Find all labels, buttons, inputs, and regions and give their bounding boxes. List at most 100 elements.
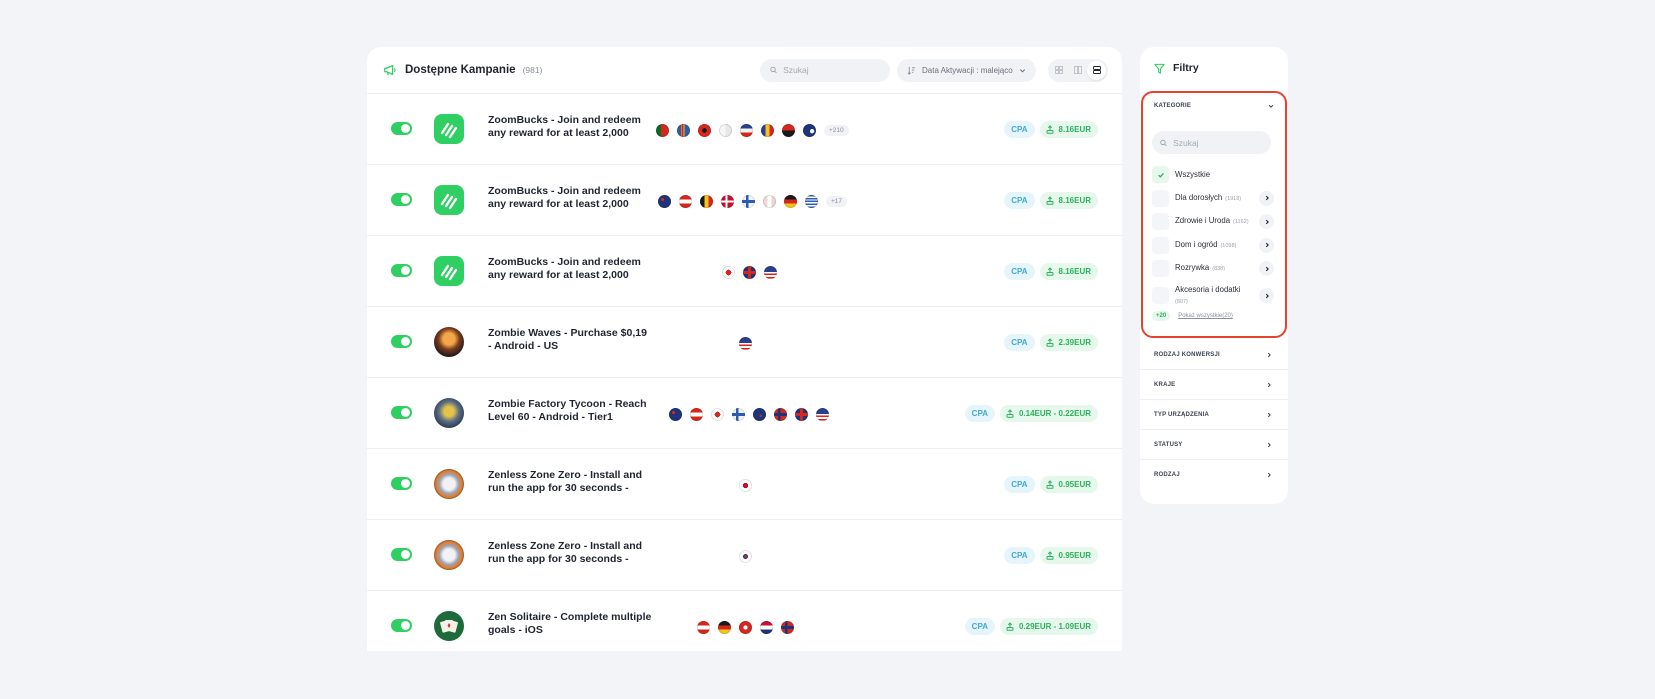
- category-item-all[interactable]: Wszystkie: [1152, 163, 1274, 187]
- campaign-title: Zombie Factory Tycoon - Reach Level 60 -…: [488, 398, 647, 423]
- flag-united-kingdom-icon: [743, 265, 756, 279]
- conversion-type-badge: CPA: [1004, 547, 1035, 564]
- expand-category-button[interactable]: [1259, 288, 1274, 303]
- flag-united-states-icon: [764, 265, 777, 279]
- flag-canada-icon: [711, 407, 724, 421]
- country-flags: +210: [656, 123, 849, 137]
- campaign-row[interactable]: Zombie Waves - Purchase $0,19 - Android …: [367, 307, 1122, 378]
- checkbox[interactable]: [1152, 287, 1169, 304]
- more-countries-badge[interactable]: +210: [824, 124, 849, 136]
- expand-category-button[interactable]: [1259, 190, 1274, 206]
- campaign-toggle[interactable]: [391, 122, 412, 135]
- expand-category-button[interactable]: [1259, 237, 1274, 253]
- campaign-title: ZoomBucks - Join and redeem any reward f…: [488, 185, 641, 210]
- filter-section-conversion-type[interactable]: RODZAJ KONWERSJI: [1140, 340, 1288, 370]
- flag-greece-icon: [805, 194, 818, 208]
- campaign-row[interactable]: Zenless Zone Zero - Install and run the …: [367, 449, 1122, 520]
- campaign-row[interactable]: ZoomBucks - Join and redeem any reward f…: [367, 94, 1122, 165]
- campaign-row[interactable]: Zen Solitaire - Complete multiple goals …: [367, 591, 1122, 651]
- columns-icon: [1074, 66, 1082, 74]
- sort-label: Data Aktywacji : malejąco: [922, 65, 1013, 75]
- campaign-toggle[interactable]: [391, 335, 412, 348]
- campaign-row[interactable]: Zenless Zone Zero - Install and run the …: [367, 520, 1122, 591]
- section-label: TYP URZĄDZENIA: [1154, 411, 1210, 418]
- checkbox[interactable]: [1152, 189, 1169, 207]
- filters-panel: Filtry KATEGORIE Wszystkie: [1140, 47, 1288, 504]
- conversion-type-badge: CPA: [1004, 263, 1035, 280]
- category-label: Zdrowie i Uroda (1162): [1175, 216, 1249, 226]
- flag-united-kingdom-icon: [795, 407, 808, 421]
- category-list: Wszystkie Dla dorosłych (1918) Zdrowie i …: [1152, 163, 1274, 311]
- search-icon: [1160, 139, 1167, 146]
- campaign-row[interactable]: ZoomBucks - Join and redeem any reward f…: [367, 236, 1122, 307]
- flag-portugal-icon: [656, 123, 669, 137]
- flag-united-states-icon: [816, 407, 829, 421]
- expand-category-button[interactable]: [1259, 214, 1274, 230]
- payout-icon: [1046, 196, 1054, 205]
- zenless-logo: [434, 540, 464, 570]
- flag-belgium-icon: [700, 194, 713, 208]
- category-search[interactable]: [1152, 131, 1271, 154]
- category-section-header[interactable]: KATEGORIE: [1154, 103, 1274, 109]
- category-item-adult[interactable]: Dla dorosłych (1918): [1152, 187, 1274, 211]
- flag-netherlands-icon: [760, 620, 773, 634]
- list-view-button[interactable]: [1087, 60, 1107, 80]
- category-search-input[interactable]: [1173, 137, 1271, 148]
- payout-icon: [1046, 125, 1054, 134]
- category-item-home[interactable]: Dom i ogród (1098): [1152, 234, 1274, 258]
- payout-icon: [1046, 267, 1054, 276]
- campaign-toggle[interactable]: [391, 193, 412, 206]
- campaign-toggle[interactable]: [391, 264, 412, 277]
- chevron-right-icon: [1267, 412, 1271, 417]
- campaign-toggle[interactable]: [391, 406, 412, 419]
- category-more: +20 Pokaż wszystkie(20): [1152, 311, 1233, 321]
- sort-dropdown[interactable]: Data Aktywacji : malejąco: [897, 58, 1036, 82]
- checkbox-checked[interactable]: [1152, 166, 1169, 184]
- flag-finland-icon: [732, 407, 745, 421]
- zombie-factory-logo: [434, 398, 464, 428]
- category-item-health[interactable]: Zdrowie i Uroda (1162): [1152, 210, 1274, 234]
- zoombucks-stripes-icon: [440, 264, 458, 281]
- filter-section-countries[interactable]: KRAJE: [1140, 370, 1288, 400]
- category-item-entertainment[interactable]: Rozrywka (838): [1152, 257, 1274, 281]
- conversion-type-badge: CPA: [964, 405, 995, 422]
- campaign-toggle[interactable]: [391, 548, 412, 561]
- flag-andorra-icon: [740, 123, 753, 137]
- payout-value: 0.14EUR - 0.22EUR: [1018, 409, 1091, 418]
- search-input[interactable]: [783, 65, 890, 75]
- campaign-row[interactable]: Zombie Factory Tycoon - Reach Level 60 -…: [367, 378, 1122, 449]
- campaign-title: Zenless Zone Zero - Install and run the …: [488, 469, 643, 494]
- filter-section-statuses[interactable]: STATUSY: [1140, 430, 1288, 460]
- show-all-link[interactable]: Pokaż wszystkie(20): [1178, 313, 1233, 319]
- payout-value: 2.39EUR: [1058, 338, 1091, 347]
- more-countries-badge[interactable]: +17: [826, 195, 848, 207]
- grid-view-button[interactable]: [1050, 61, 1069, 80]
- flag-denmark-icon: [721, 194, 734, 208]
- checkbox[interactable]: [1152, 236, 1169, 254]
- section-label: KRAJE: [1154, 381, 1176, 388]
- country-flags: [739, 549, 760, 563]
- category-item-accessories[interactable]: Akcesoria i dodatki (807): [1152, 281, 1274, 311]
- tile-view-button[interactable]: [1069, 61, 1088, 80]
- flag-austria-icon: [697, 620, 710, 634]
- conversion-type-badge: CPA: [1004, 334, 1035, 351]
- chevron-right-icon: [1265, 242, 1269, 248]
- campaign-row[interactable]: ZoomBucks - Join and redeem any reward f…: [367, 165, 1122, 236]
- checkbox[interactable]: [1152, 213, 1169, 231]
- conversion-type-badge: CPA: [1004, 121, 1035, 138]
- flag-australia-icon: [658, 194, 671, 208]
- check-icon: [1157, 172, 1164, 178]
- checkbox[interactable]: [1152, 260, 1169, 278]
- expand-category-button[interactable]: [1259, 261, 1274, 277]
- list-icon: [1092, 66, 1101, 74]
- country-flags: [722, 265, 785, 279]
- campaign-toggle[interactable]: [391, 477, 412, 490]
- payout-badge: 8.16EUR: [1039, 192, 1098, 209]
- campaign-toggle[interactable]: [391, 619, 412, 632]
- campaign-search[interactable]: [760, 58, 890, 82]
- chevron-right-icon: [1267, 442, 1271, 447]
- campaign-title: Zenless Zone Zero - Install and run the …: [488, 540, 643, 565]
- zenless-logo: [434, 469, 464, 499]
- filter-section-kind[interactable]: RODZAJ: [1140, 460, 1288, 490]
- filter-section-device-type[interactable]: TYP URZĄDZENIA: [1140, 400, 1288, 430]
